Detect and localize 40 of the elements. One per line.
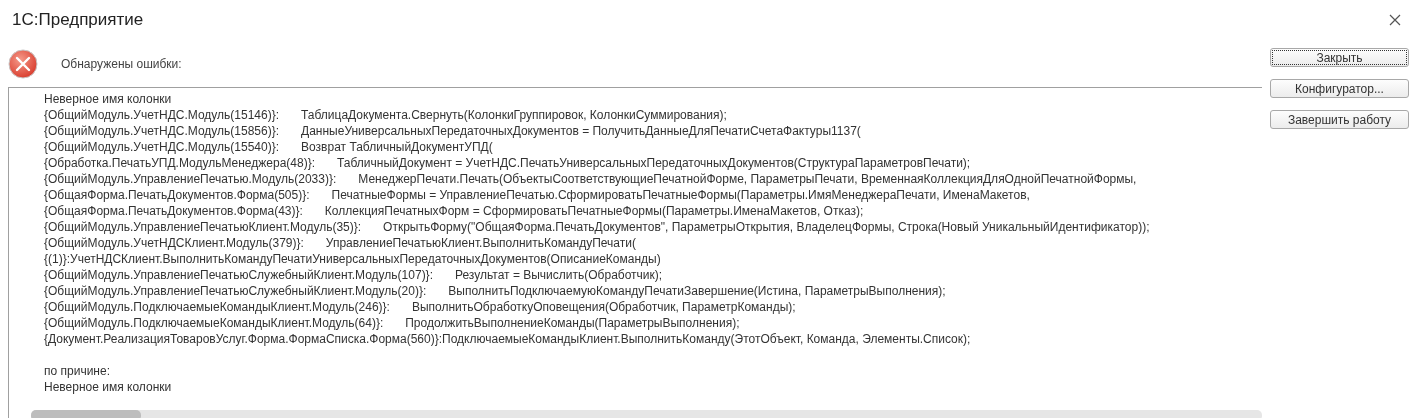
stack-location: {Обработка.ПечатьУПД.МодульМенеджера(48)}:	[44, 155, 315, 171]
window-title: 1С:Предприятие	[12, 10, 144, 30]
stack-code: ПродолжитьВыполнениеКоманды(ПараметрыВыполнения);	[405, 315, 740, 331]
reason-label: по причине:	[44, 363, 110, 379]
stack-code: ВыполнитьПодключаемуюКомандуПечатиЗавершение(Истина, ПараметрыВыполнения);	[448, 283, 946, 299]
stack-location: {ОбщийМодуль.УчетНДС.Модуль(15146)}:	[44, 107, 280, 123]
stack-code: ОткрытьФорму("ОбщаяФорма.ПечатьДокументов", ПараметрыОткрытия, ВладелецФормы, Строка(Новый УникальныйИдентификатор));	[383, 219, 1150, 235]
stack-location: {ОбщийМодуль.УправлениеПечатью.Модуль(2033)}:	[44, 171, 337, 187]
stack-code: ДанныеУниверсальныхПередаточныхДокументов = ПолучитьДанныеДляПечатиСчетаФактуры1137(	[301, 123, 861, 139]
stack-location: {ОбщийМодуль.ПодключаемыеКомандыКлиент.Модуль(246)}:	[44, 299, 390, 315]
error-icon	[8, 48, 38, 79]
close-button[interactable]: Закрыть	[1270, 48, 1409, 67]
reason-text: Неверное имя колонки	[44, 379, 172, 395]
stack-location: {ОбщийМодуль.УчетНДС.Модуль(15540)}:	[44, 139, 280, 155]
stack-location: {ОбщаяФорма.ПечатьДокументов.Форма(505)}:	[44, 187, 310, 203]
stack-location: {(1)}:УчетНДСКлиент.ВыполнитьКомандуПечатиУниверсальныхПередаточныхДокументов(ОписаниеКоманды)	[44, 251, 661, 267]
stack-location: {ОбщийМодуль.УчетНДСКлиент.Модуль(379)}:	[44, 235, 304, 251]
stack-location: {ОбщаяФорма.ПечатьДокументов.Форма(43)}:	[44, 203, 303, 219]
stack-code: ТабличныйДокумент = УчетНДС.ПечатьУниверсальныхПередаточныхДокументов(СтруктураПараметровПечати);	[337, 155, 971, 171]
error-message: Обнаружены ошибки:	[61, 56, 182, 71]
stack-location: {ОбщийМодуль.УправлениеПечатьюСлужебныйКлиент.Модуль(107)}:	[44, 267, 433, 283]
stack-location: {Документ.РеализацияТоваровУслуг.Форма.ФормаСписка.Форма(560)}:ПодключаемыеКомандыКлиент.ВыполнитьКоманду(ЭтотОбъект, Команда, Элементы.Список);	[44, 331, 971, 347]
close-icon[interactable]	[1389, 14, 1401, 26]
error-header: Неверное имя колонки	[44, 91, 172, 107]
stack-location: {ОбщийМодуль.УправлениеПечатьюСлужебныйКлиент.Модуль(20)}:	[44, 283, 427, 299]
stack-code: КоллекцияПечатныхФорм = СформироватьПечатныеФормы(Параметры.ИменаМакетов, Отказ);	[324, 203, 864, 219]
exit-button[interactable]: Завершить работу	[1270, 110, 1409, 129]
stack-code: Результат = Вычислить(Обработчик);	[454, 267, 663, 283]
stack-location: {ОбщийМодуль.УправлениеПечатьюКлиент.Модуль(35)}:	[44, 219, 362, 235]
stack-location: {ОбщийМодуль.ПодключаемыеКомандыКлиент.Модуль(64)}:	[44, 315, 384, 331]
stack-code: УправлениеПечатьюКлиент.ВыполнитьКомандуПечати(	[325, 235, 636, 251]
error-details-field[interactable]	[8, 87, 1262, 418]
configurator-button[interactable]: Конфигуратор...	[1270, 79, 1409, 98]
stack-code: ВыполнитьОбработкуОповещения(Обработчик, ПараметрКоманды);	[411, 299, 796, 315]
stack-code: Возврат ТабличныйДокументУПД(	[301, 139, 493, 155]
stack-location: {ОбщийМодуль.УчетНДС.Модуль(15856)}:	[44, 123, 280, 139]
stack-code: ПечатныеФормы = УправлениеПечатью.СформироватьПечатныеФормы(Параметры.ИмяМенеджераПечати, ИменаМакетов,	[331, 187, 1030, 203]
stack-code: МенеджерПечати.Печать(ОбъектыСоответствующиеПечатнойФорме, ПараметрыПечати, ВременнаяКоллекцияДляОднойПечатнойФормы,	[358, 171, 1137, 187]
stack-code: ТаблицаДокумента.Свернуть(КолонкиГруппировок, КолонкиСуммирования);	[301, 107, 727, 123]
horizontal-scrollbar[interactable]	[31, 410, 1262, 418]
